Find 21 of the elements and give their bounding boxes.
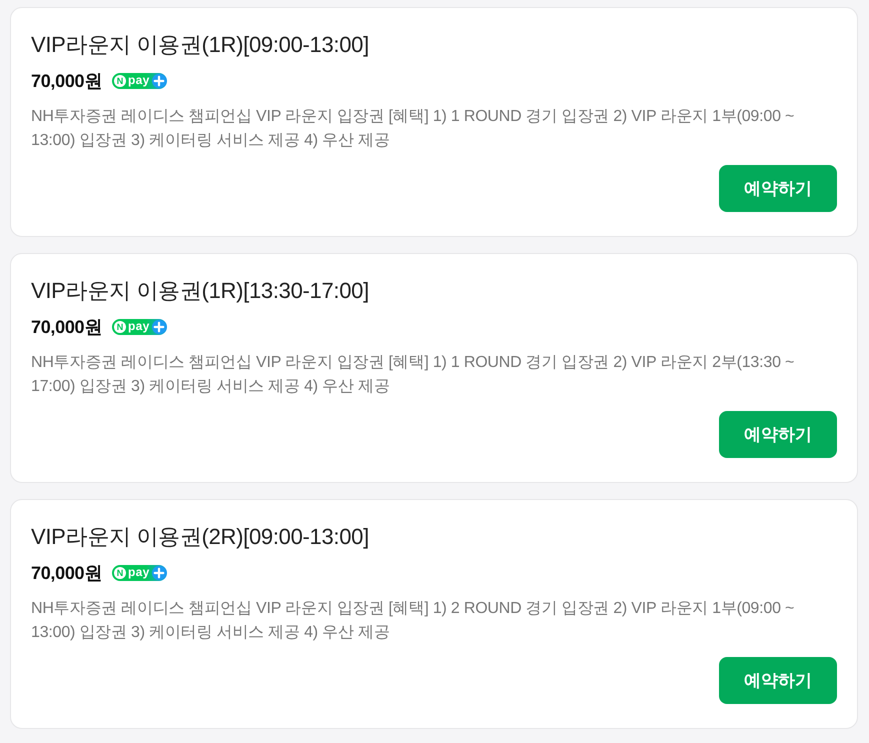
product-title: VIP라운지 이용권(1R)[09:00-13:00]	[31, 31, 370, 59]
product-price: 70,000원	[31, 316, 102, 339]
product-description: NH투자증권 레이디스 챔피언십 VIP 라운지 입장권 [혜택] 1) 1 ROUND 경기 입장권 2) VIP 라운지 1부(09:00 ~ 13:00) 입장권 3) 케이터링 서비스 제공 4) 우산 제공	[31, 107, 796, 151]
product-description: NH투자증권 레이디스 챔피언십 VIP 라운지 입장권 [혜택] 1) 1 ROUND 경기 입장권 2) VIP 라운지 2부(13:30 ~ 17:00) 입장권 3) 케이터링 서비스 제공 4) 우산 제공	[31, 353, 796, 397]
badge-label: pay	[128, 565, 150, 579]
book-button[interactable]: 예약하기	[719, 657, 837, 704]
product-title: VIP라운지 이용권(1R)[13:30-17:00]	[31, 277, 370, 305]
badge-label: pay	[128, 73, 150, 87]
product-description: NH투자증권 레이디스 챔피언십 VIP 라운지 입장권 [혜택] 1) 2 ROUND 경기 입장권 2) VIP 라운지 1부(09:00 ~ 13:00) 입장권 3) 케이터링 서비스 제공 4) 우산 제공	[31, 599, 796, 643]
badge-label: pay	[128, 319, 150, 333]
book-button[interactable]: 예약하기	[719, 411, 837, 458]
book-button[interactable]: 예약하기	[719, 165, 837, 212]
plus-icon	[152, 320, 166, 334]
product-price: 70,000원	[31, 70, 102, 93]
product-title: VIP라운지 이용권(2R)[09:00-13:00]	[31, 523, 370, 551]
badge-letter: N	[114, 75, 126, 87]
plus-icon	[152, 74, 166, 88]
plus-icon	[152, 566, 166, 580]
badge-letter: N	[114, 567, 126, 579]
badge-letter: N	[114, 321, 126, 333]
product-price: 70,000원	[31, 562, 102, 585]
